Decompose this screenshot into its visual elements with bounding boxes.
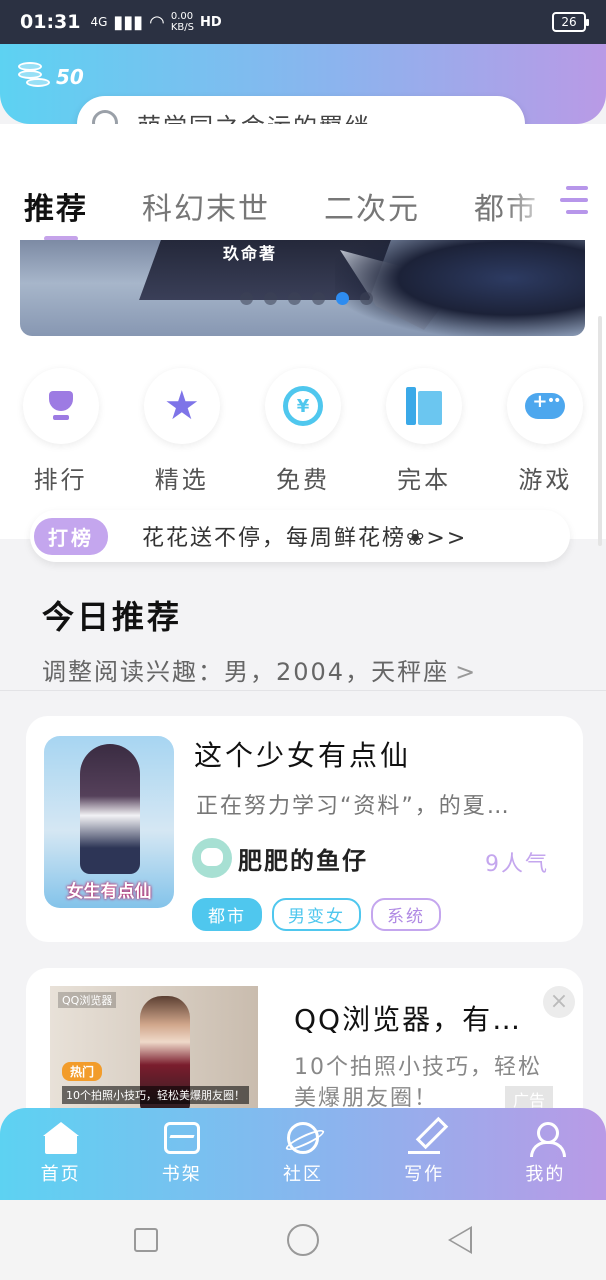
back-icon[interactable] <box>447 1226 472 1254</box>
carousel-dot-active[interactable] <box>336 292 349 305</box>
quick-link-label: 完本 <box>397 466 452 494</box>
notice-tag: 打榜 <box>34 517 108 555</box>
quick-link-ranking[interactable]: 排行 <box>0 368 121 495</box>
coin-count: 50 <box>56 65 84 89</box>
chevron-right-icon: > <box>455 658 478 686</box>
nav-bookshelf[interactable]: 书架 <box>121 1108 242 1200</box>
flower-ranking-notice[interactable]: 打榜 花花送不停，每周鲜花榜❀>> <box>30 510 570 562</box>
book-card[interactable]: 女生有点仙 这个少女有点仙 正在努力学习“资料”，的夏… 肥肥的鱼仔 9人气 都… <box>26 716 583 942</box>
tab-anime[interactable]: 二次元 <box>324 184 420 228</box>
nav-label: 首页 <box>40 1164 81 1185</box>
author-row[interactable]: 肥肥的鱼仔 <box>192 838 368 878</box>
tab-scifi[interactable]: 科幻末世 <box>142 184 270 228</box>
nav-label: 写作 <box>404 1164 445 1185</box>
nav-home[interactable]: 首页 <box>0 1108 121 1200</box>
quick-link-circle <box>22 368 99 444</box>
status-time: 01:31 <box>20 11 81 33</box>
banner-art-figure <box>335 240 585 336</box>
home-icon <box>42 1122 79 1154</box>
profile-icon <box>527 1122 567 1157</box>
wifi-icon: ◠ <box>149 11 165 33</box>
category-tabs: 推荐 科幻末世 二次元 都市 <box>0 176 560 236</box>
quick-link-label: 免费 <box>275 466 330 494</box>
home-button-icon[interactable] <box>286 1224 319 1256</box>
carousel-dots <box>240 292 384 305</box>
book-description: 正在努力学习“资料”，的夏… <box>196 794 511 819</box>
avatar <box>192 838 232 878</box>
quick-link-free[interactable]: ¥ 免费 <box>242 368 363 495</box>
quick-link-label: 游戏 <box>518 466 573 494</box>
tag-chip[interactable]: 都市 <box>192 898 262 931</box>
quick-link-games[interactable]: 游戏 <box>485 368 606 495</box>
quick-link-circle: ★ <box>143 368 220 444</box>
bookshelf-icon <box>163 1122 200 1154</box>
section-title: 今日推荐 <box>42 598 183 636</box>
quick-link-completed[interactable]: 完本 <box>364 368 485 495</box>
quick-link-circle <box>386 368 463 444</box>
nav-label: 社区 <box>282 1164 323 1185</box>
nav-community[interactable]: 社区 <box>242 1108 363 1200</box>
network-speed: 0.00 KB/S <box>171 11 194 33</box>
trophy-icon <box>46 391 76 421</box>
ad-brand-label: QQ浏览器 <box>58 992 117 1008</box>
recent-apps-icon[interactable] <box>134 1228 159 1252</box>
star-icon: ★ <box>163 383 200 429</box>
gamepad-icon <box>525 391 566 419</box>
author-name: 肥肥的鱼仔 <box>238 846 368 875</box>
quick-links: 排行 ★ 精选 ¥ 免费 完本 游戏 <box>0 368 606 495</box>
ad-image-caption: 10个拍照小技巧，轻松美爆朋友圈！ <box>62 1086 249 1104</box>
yuan-icon: ¥ <box>282 386 323 426</box>
book-cover[interactable]: 女生有点仙 <box>44 736 174 908</box>
write-icon <box>408 1122 441 1154</box>
status-bar: 01:31 4G ▮▮▮ ◠ 0.00 KB/S HD 26 <box>0 0 606 44</box>
reading-interest-link[interactable]: 调整阅读兴趣：男，2004，天秤座 > <box>42 652 477 687</box>
banner-author: 玖命著 <box>223 244 278 263</box>
divider <box>0 690 606 691</box>
nav-label: 书架 <box>161 1164 202 1185</box>
coins-icon <box>16 62 50 92</box>
popularity-count: 9人气 <box>485 852 549 877</box>
network-type: 4G <box>90 15 108 29</box>
scrollbar[interactable] <box>598 316 602 546</box>
hd-label: HD <box>200 14 222 30</box>
tab-recommend[interactable]: 推荐 <box>24 184 88 228</box>
tag-chip[interactable]: 系统 <box>371 898 441 931</box>
cover-title: 女生有点仙 <box>66 882 152 902</box>
close-icon[interactable]: × <box>543 986 575 1018</box>
book-tags: 都市 男变女 系统 <box>192 898 451 931</box>
quick-link-featured[interactable]: ★ 精选 <box>121 368 242 495</box>
coin-balance[interactable]: 50 <box>16 62 84 92</box>
notice-text: 花花送不停，每周鲜花榜❀>> <box>142 526 468 551</box>
speed-unit: KB/S <box>170 22 194 33</box>
hot-badge: 热门 <box>62 1062 103 1081</box>
book-title[interactable]: 这个少女有点仙 <box>194 734 411 774</box>
quick-link-label: 精选 <box>154 466 209 494</box>
category-menu-icon[interactable] <box>558 184 588 218</box>
quick-link-circle <box>507 368 584 444</box>
battery-indicator: 26 <box>552 12 589 32</box>
book-icon <box>406 387 443 425</box>
nav-write[interactable]: 写作 <box>364 1108 485 1200</box>
reading-interest-text: 调整阅读兴趣：男，2004，天秤座 <box>42 658 450 686</box>
quick-link-label: 排行 <box>33 466 88 494</box>
ad-title: QQ浏览器，有… <box>294 1003 523 1036</box>
nav-label: 我的 <box>525 1164 566 1185</box>
speed-value: 0.00 <box>170 11 194 22</box>
tag-chip[interactable]: 男变女 <box>272 898 361 931</box>
carousel-dot[interactable] <box>240 292 253 305</box>
system-navigation-bar <box>0 1200 606 1280</box>
signal-icon: ▮▮▮ <box>113 11 144 33</box>
carousel-dot[interactable] <box>288 292 301 305</box>
nav-profile[interactable]: 我的 <box>485 1108 606 1200</box>
community-icon <box>286 1122 319 1154</box>
banner-carousel[interactable]: 玖命著 <box>20 240 585 336</box>
tabs-fade <box>506 176 566 236</box>
carousel-dot[interactable] <box>264 292 277 305</box>
quick-link-circle: ¥ <box>264 368 341 444</box>
bottom-nav: 首页 书架 社区 写作 我的 <box>0 1108 606 1200</box>
ad-image[interactable]: QQ浏览器 热门 10个拍照小技巧，轻松美爆朋友圈！ <box>50 986 258 1111</box>
carousel-dot[interactable] <box>360 292 373 305</box>
carousel-dot[interactable] <box>312 292 325 305</box>
cover-art <box>80 744 140 874</box>
